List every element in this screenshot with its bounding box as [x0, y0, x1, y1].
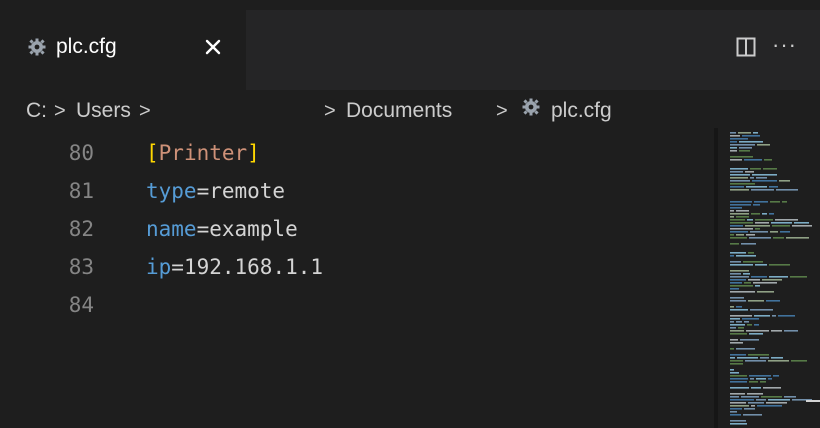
code-editor[interactable]: 80 [Printer] 81 type=remote 82 name=example 83…	[6, 132, 820, 428]
line-number: 80	[68, 141, 94, 165]
code-token: [	[146, 141, 159, 165]
breadcrumb-item-documents[interactable]: Documents	[346, 98, 452, 124]
code-line[interactable]: 80 [Printer]	[6, 134, 706, 172]
code-text: name=example	[146, 210, 298, 248]
code-token: Printer	[158, 141, 248, 165]
code-text: type=remote	[146, 172, 285, 210]
breadcrumb-item-users[interactable]: Users	[76, 98, 131, 124]
breadcrumb-separator: >	[496, 100, 508, 122]
code-token: ]	[247, 141, 260, 165]
code-line[interactable]: 84	[6, 286, 706, 324]
code-line[interactable]: 81 type=remote	[6, 172, 706, 210]
breadcrumb-separator: >	[54, 100, 66, 122]
breadcrumb-separator: >	[324, 100, 336, 122]
code-token: ip	[146, 255, 172, 279]
code-line[interactable]: 83 ip=192.168.1.1	[6, 248, 706, 286]
code-token: name	[146, 217, 197, 241]
code-token: type	[146, 179, 197, 203]
code-token: =example	[196, 217, 298, 241]
line-number: 82	[68, 217, 94, 241]
breadcrumb-item-file[interactable]: plc.cfg	[551, 98, 612, 124]
breadcrumb: C: > Users > > Documents > plc.cfg	[6, 90, 820, 132]
breadcrumb-item-drive[interactable]: C:	[26, 98, 47, 124]
code-line[interactable]: 82 name=example	[6, 210, 706, 248]
line-number: 81	[68, 179, 94, 203]
code-token: =192.168.1.1	[171, 255, 324, 279]
more-actions-icon[interactable]: ···	[772, 32, 797, 58]
close-icon[interactable]	[202, 36, 224, 58]
line-number: 84	[68, 293, 94, 317]
gear-icon	[522, 98, 540, 116]
code-text: [Printer]	[146, 134, 260, 172]
minimap[interactable]	[718, 128, 820, 428]
editor-window: plc.cfg ··· C: > Users > > Documents > p…	[6, 10, 820, 428]
tab-plc-cfg[interactable]: plc.cfg	[6, 10, 246, 90]
tab-title: plc.cfg	[56, 35, 117, 58]
line-number: 83	[68, 255, 94, 279]
gear-icon	[28, 38, 46, 56]
tab-bar: plc.cfg ···	[6, 10, 820, 90]
breadcrumb-separator: >	[139, 100, 151, 122]
code-text: ip=192.168.1.1	[146, 248, 323, 286]
split-editor-icon[interactable]	[736, 36, 756, 58]
code-token: =remote	[196, 179, 286, 203]
